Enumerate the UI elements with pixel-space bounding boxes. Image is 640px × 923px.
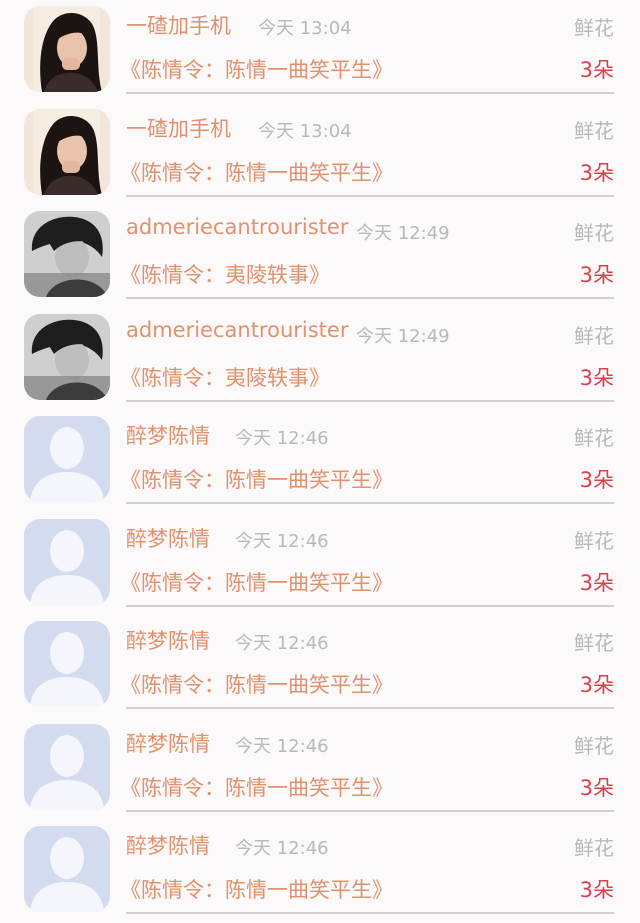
- gift-type-label: 鲜花: [574, 118, 614, 143]
- sender-name[interactable]: admeriecantrourister: [126, 215, 348, 239]
- timestamp: 今天 12:49: [356, 325, 450, 347]
- item-body: 醉梦陈情 今天 12:46 鲜花 《陈情令：陈情一曲笑平生》 3朵: [120, 820, 614, 914]
- timestamp: 今天 12:46: [235, 530, 329, 552]
- list-item[interactable]: 醉梦陈情 今天 12:46 鲜花 《陈情令：陈情一曲笑平生》 3朵: [0, 410, 640, 513]
- gift-type-label: 鲜花: [574, 631, 614, 655]
- list-item[interactable]: admeriecantrourister 今天 12:49 鲜花 《陈情令：夷陵…: [0, 308, 640, 411]
- list-item[interactable]: 醉梦陈情 今天 12:46 鲜花 《陈情令：陈情一曲笑平生》 3朵: [0, 820, 640, 923]
- gift-type-label: 鲜花: [574, 733, 614, 758]
- list-item[interactable]: 一碴加手机 今天 13:04 鲜花 《陈情令：陈情一曲笑平生》 3朵: [0, 103, 640, 206]
- item-body: 一碴加手机 今天 13:04 鲜花 《陈情令：陈情一曲笑平生》 3朵: [120, 0, 614, 94]
- gift-count: 3朵: [579, 673, 614, 697]
- sender-name[interactable]: 醉梦陈情: [126, 625, 210, 655]
- sender-name[interactable]: 醉梦陈情: [126, 830, 210, 860]
- gift-count: 3朵: [579, 775, 614, 800]
- boy-avatar[interactable]: [24, 211, 110, 297]
- item-body: 醉梦陈情 今天 12:46 鲜花 《陈情令：陈情一曲笑平生》 3朵: [120, 718, 614, 812]
- list-item[interactable]: 醉梦陈情 今天 12:46 鲜花 《陈情令：陈情一曲笑平生》 3朵: [0, 615, 640, 718]
- list-item[interactable]: admeriecantrourister 今天 12:49 鲜花 《陈情令：夷陵…: [0, 205, 640, 308]
- novel-title[interactable]: 《陈情令：陈情一曲笑平生》: [120, 772, 393, 802]
- default-avatar[interactable]: [24, 621, 110, 707]
- gift-type-label: 鲜花: [574, 836, 614, 860]
- timestamp: 今天 12:46: [235, 633, 329, 654]
- item-body: admeriecantrourister 今天 12:49 鲜花 《陈情令：夷陵…: [120, 205, 614, 299]
- novel-title[interactable]: 《陈情令：陈情一曲笑平生》: [120, 669, 393, 699]
- default-avatar[interactable]: [24, 416, 110, 502]
- gift-type-label: 鲜花: [574, 323, 614, 348]
- list-item[interactable]: 醉梦陈情 今天 12:46 鲜花 《陈情令：陈情一曲笑平生》 3朵: [0, 718, 640, 821]
- girl-avatar[interactable]: [24, 108, 110, 195]
- sender-name[interactable]: 一碴加手机: [126, 113, 231, 143]
- item-body: admeriecantrourister 今天 12:49 鲜花 《陈情令：夷陵…: [120, 308, 614, 402]
- sender-name[interactable]: 醉梦陈情: [126, 728, 210, 758]
- girl-avatar[interactable]: [24, 6, 110, 92]
- timestamp: 今天 13:04: [258, 18, 352, 39]
- novel-title[interactable]: 《陈情令：陈情一曲笑平生》: [120, 567, 393, 597]
- default-avatar[interactable]: [24, 518, 110, 605]
- gift-count: 3朵: [579, 365, 614, 390]
- gift-type-label: 鲜花: [574, 426, 614, 450]
- default-avatar[interactable]: [24, 723, 110, 810]
- item-body: 醉梦陈情 今天 12:46 鲜花 《陈情令：陈情一曲笑平生》 3朵: [120, 513, 614, 607]
- sender-name[interactable]: 醉梦陈情: [126, 523, 210, 553]
- boy-avatar[interactable]: [24, 313, 110, 400]
- default-avatar[interactable]: [24, 826, 110, 912]
- gift-type-label: 鲜花: [574, 16, 614, 40]
- timestamp: 今天 12:46: [235, 735, 329, 757]
- novel-title[interactable]: 《陈情令：陈情一曲笑平生》: [120, 157, 393, 187]
- list-item[interactable]: 醉梦陈情 今天 12:46 鲜花 《陈情令：陈情一曲笑平生》 3朵: [0, 513, 640, 616]
- item-body: 醉梦陈情 今天 12:46 鲜花 《陈情令：陈情一曲笑平生》 3朵: [120, 410, 614, 504]
- novel-title[interactable]: 《陈情令：陈情一曲笑平生》: [120, 54, 393, 84]
- gift-count: 3朵: [579, 878, 614, 902]
- gift-count: 3朵: [579, 570, 614, 595]
- list-item[interactable]: 一碴加手机 今天 13:04 鲜花 《陈情令：陈情一曲笑平生》 3朵: [0, 0, 640, 103]
- gift-type-label: 鲜花: [574, 528, 614, 553]
- gift-count: 3朵: [579, 160, 614, 185]
- sender-name[interactable]: 一碴加手机: [126, 10, 231, 40]
- sender-name[interactable]: admeriecantrourister: [126, 318, 348, 342]
- gift-type-label: 鲜花: [574, 221, 614, 245]
- gift-count: 3朵: [579, 58, 614, 82]
- novel-title[interactable]: 《陈情令：陈情一曲笑平生》: [120, 874, 393, 904]
- gift-record-list: 一碴加手机 今天 13:04 鲜花 《陈情令：陈情一曲笑平生》 3朵 一碴加手机…: [0, 0, 640, 923]
- gift-count: 3朵: [579, 468, 614, 492]
- sender-name[interactable]: 醉梦陈情: [126, 420, 210, 450]
- item-body: 醉梦陈情 今天 12:46 鲜花 《陈情令：陈情一曲笑平生》 3朵: [120, 615, 614, 709]
- novel-title[interactable]: 《陈情令：夷陵轶事》: [120, 362, 330, 392]
- timestamp: 今天 13:04: [258, 120, 352, 142]
- gift-count: 3朵: [579, 263, 614, 287]
- novel-title[interactable]: 《陈情令：陈情一曲笑平生》: [120, 464, 393, 494]
- novel-title[interactable]: 《陈情令：夷陵轶事》: [120, 259, 330, 289]
- timestamp: 今天 12:46: [235, 838, 329, 859]
- item-body: 一碴加手机 今天 13:04 鲜花 《陈情令：陈情一曲笑平生》 3朵: [120, 103, 614, 197]
- timestamp: 今天 12:49: [356, 223, 450, 244]
- timestamp: 今天 12:46: [235, 428, 329, 449]
